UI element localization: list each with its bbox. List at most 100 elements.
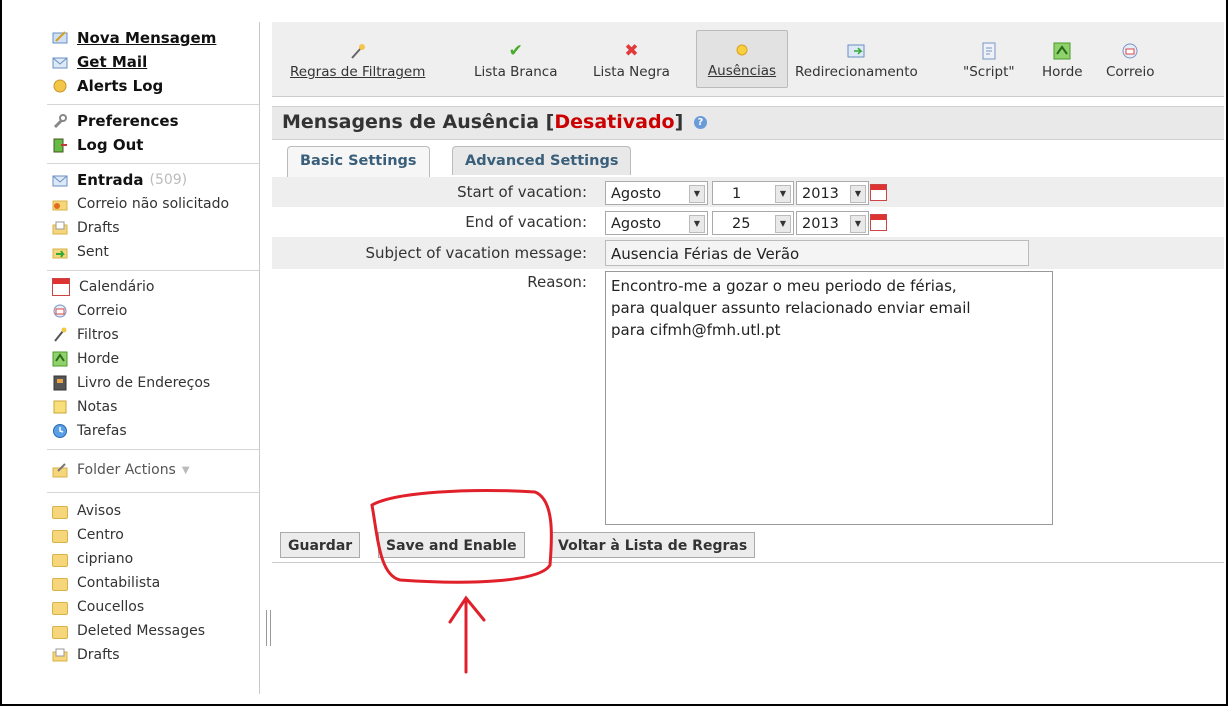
toolbar-label: Regras de Filtragem: [290, 64, 426, 80]
sidebar-item-preferences[interactable]: Preferences: [47, 109, 259, 133]
subject-input[interactable]: Ausencia Férias de Verão: [605, 240, 1029, 266]
sidebar-resize-handle[interactable]: [266, 610, 271, 646]
sidebar-folders: Avisos Centro cipriano Contabilista Couc…: [47, 493, 259, 667]
save-button[interactable]: Guardar: [280, 532, 361, 558]
chevron-down-icon: ▼: [850, 185, 866, 203]
subject-label: Subject of vacation message:: [365, 244, 587, 262]
start-year-select[interactable]: 2013 ▼: [796, 181, 869, 205]
folder-edit-icon: [52, 462, 68, 478]
folder-icon: [52, 578, 68, 591]
folder-item[interactable]: cipriano: [47, 547, 259, 571]
calendar-icon[interactable]: [870, 214, 887, 231]
whitelist-check-icon: ✔: [508, 41, 523, 61]
reason-textarea[interactable]: Encontro-me a gozar o meu periodo de fér…: [605, 271, 1053, 525]
page-title: Mensagens de Ausência [Desativado] ?: [282, 111, 707, 133]
toolbar-regras-filtragem[interactable]: Regras de Filtragem: [290, 30, 425, 88]
chevron-down-icon: ▼: [775, 215, 791, 233]
end-day-select[interactable]: 25 ▼: [712, 211, 794, 235]
end-year-value: 2013: [802, 216, 839, 232]
folder-item[interactable]: Avisos: [47, 499, 259, 523]
folder-item[interactable]: Centro: [47, 523, 259, 547]
toolbar-correio[interactable]: Correio: [1106, 30, 1155, 88]
wrench-icon: [52, 113, 68, 129]
sidebar-item-filtros[interactable]: Filtros: [47, 323, 259, 347]
sidebar-item-drafts[interactable]: Drafts: [47, 216, 259, 240]
drafts-icon: [52, 220, 68, 236]
folder-actions-label: Folder Actions: [77, 462, 176, 478]
toolbar: Regras de Filtragem ✔ Lista Branca ✖ Lis…: [272, 22, 1224, 97]
subject-row: Subject of vacation message: Ausencia Fé…: [272, 237, 1224, 269]
end-month-value: Agosto: [611, 216, 662, 232]
start-day-select[interactable]: 1 ▼: [712, 181, 794, 205]
sidebar-item-logout[interactable]: Log Out: [47, 133, 259, 157]
toolbar-redirecionamento[interactable]: Redirecionamento: [795, 30, 918, 88]
toolbar-label: Correio: [1106, 64, 1155, 80]
folder-actions-toggle[interactable]: Folder Actions ▼: [47, 458, 259, 482]
alerts-icon: [52, 78, 68, 94]
bracket-close: ]: [674, 111, 684, 133]
sidebar-item-get-mail[interactable]: Get Mail: [47, 50, 259, 74]
folder-item[interactable]: Drafts: [47, 643, 259, 667]
sidebar-item-tarefas[interactable]: Tarefas: [47, 419, 259, 443]
toolbar-lista-negra[interactable]: ✖ Lista Negra: [593, 30, 670, 88]
sidebar-item-livro-enderecos[interactable]: Livro de Endereços: [47, 371, 259, 395]
unread-count: (509): [149, 172, 188, 188]
end-vacation-label: End of vacation:: [465, 213, 587, 231]
calendar-icon[interactable]: [870, 184, 887, 201]
toolbar-label: Redirecionamento: [795, 64, 918, 80]
folder-icon: [52, 530, 68, 543]
forward-icon: [846, 42, 866, 62]
folder-label: Deleted Messages: [77, 623, 205, 639]
sidebar-item-spam[interactable]: Correio não solicitado: [47, 192, 259, 216]
vacation-sun-icon: [733, 41, 751, 61]
compose-icon: [52, 30, 68, 46]
folder-icon: [52, 626, 68, 639]
back-to-rules-button[interactable]: Voltar à Lista de Regras: [550, 532, 756, 558]
sidebar-item-entrada[interactable]: Entrada (509): [47, 168, 259, 192]
sidebar-item-label: Tarefas: [77, 423, 127, 439]
sidebar-item-notas[interactable]: Notas: [47, 395, 259, 419]
start-month-select[interactable]: Agosto ▼: [605, 181, 708, 205]
sidebar-item-nova-mensagem[interactable]: Nova Mensagem: [47, 26, 259, 50]
page-heading: Mensagens de Ausência [Desativado] ?: [272, 106, 1224, 140]
sidebar-item-label: Entrada: [77, 171, 144, 189]
help-icon[interactable]: ?: [693, 116, 707, 129]
folder-icon: [52, 554, 68, 567]
toolbar-horde[interactable]: Horde: [1042, 30, 1083, 88]
tab-advanced-settings[interactable]: Advanced Settings: [452, 146, 632, 175]
spam-icon: [52, 196, 68, 212]
save-and-enable-button[interactable]: Save and Enable: [378, 532, 525, 558]
tab-basic-settings[interactable]: Basic Settings: [287, 146, 430, 177]
sidebar-item-label: Correio não solicitado: [77, 196, 230, 212]
toolbar-ausencias[interactable]: Ausências: [696, 30, 788, 88]
folder-item[interactable]: Coucellos: [47, 595, 259, 619]
folder-icon: [52, 506, 68, 519]
logout-icon: [52, 137, 68, 153]
folder-label: Avisos: [77, 503, 122, 519]
folder-item[interactable]: Deleted Messages: [47, 619, 259, 643]
end-year-select[interactable]: 2013 ▼: [796, 211, 869, 235]
end-month-select[interactable]: Agosto ▼: [605, 211, 708, 235]
sidebar-item-label: Notas: [77, 399, 118, 415]
sidebar-item-alerts-log[interactable]: Alerts Log: [47, 74, 259, 98]
sidebar-item-calendario[interactable]: Calendário: [47, 275, 259, 299]
mail-icon: [52, 303, 68, 319]
horde-icon: [52, 351, 68, 367]
start-vacation-row: Start of vacation: Agosto ▼ 1 ▼ 2013 ▼: [272, 177, 1224, 207]
sidebar-item-label: Correio: [77, 303, 128, 319]
sidebar-mailboxes: Entrada (509) Correio não solicitado Dra…: [47, 164, 259, 271]
folder-label: Drafts: [77, 647, 120, 663]
folder-item[interactable]: Contabilista: [47, 571, 259, 595]
sidebar-item-label: Sent: [77, 244, 109, 260]
chevron-down-icon: ▼: [689, 215, 705, 233]
toolbar-script[interactable]: "Script": [963, 30, 1015, 88]
sidebar-item-correio[interactable]: Correio: [47, 299, 259, 323]
sidebar: Nova Mensagem Get Mail Alerts Log Prefer…: [47, 22, 260, 694]
toolbar-label: "Script": [963, 64, 1015, 80]
sidebar-item-horde[interactable]: Horde: [47, 347, 259, 371]
horde-icon: [1053, 42, 1071, 62]
calendar-icon: [52, 278, 70, 296]
sidebar-actions: Nova Mensagem Get Mail Alerts Log: [47, 22, 259, 105]
toolbar-lista-branca[interactable]: ✔ Lista Branca: [474, 30, 558, 88]
sidebar-item-sent[interactable]: Sent: [47, 240, 259, 264]
